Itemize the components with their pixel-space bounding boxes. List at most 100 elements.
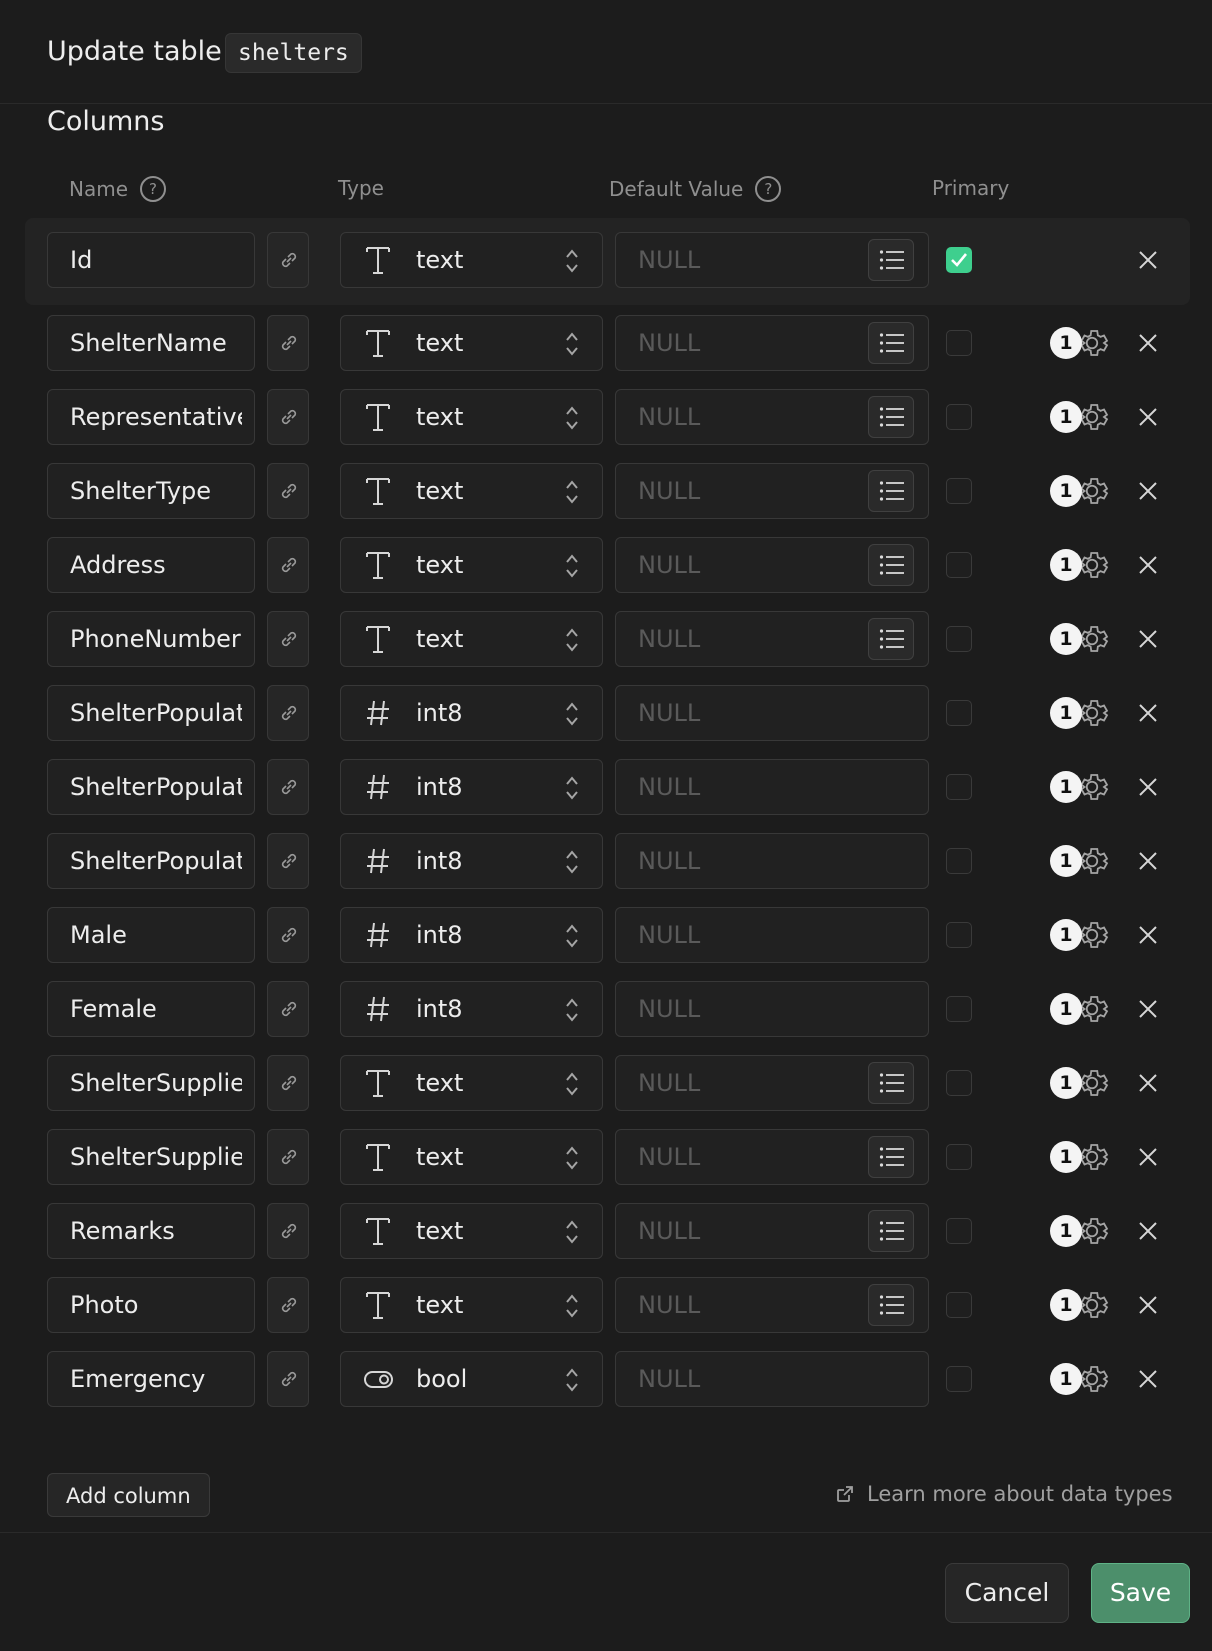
foreign-key-link-button[interactable] bbox=[267, 907, 309, 963]
suggestions-list-button[interactable] bbox=[868, 618, 914, 660]
default-value-input[interactable]: NULL bbox=[615, 1351, 929, 1407]
suggestions-list-button[interactable] bbox=[868, 396, 914, 438]
foreign-key-link-button[interactable] bbox=[267, 981, 309, 1037]
primary-key-checkbox[interactable] bbox=[946, 478, 972, 504]
column-type-select[interactable]: int8 bbox=[340, 685, 603, 741]
default-value-input[interactable]: NULL bbox=[615, 759, 929, 815]
column-type-select[interactable]: int8 bbox=[340, 759, 603, 815]
column-settings-button[interactable]: 1 bbox=[1050, 915, 1114, 955]
foreign-key-link-button[interactable] bbox=[267, 232, 309, 288]
foreign-key-link-button[interactable] bbox=[267, 1277, 309, 1333]
column-type-select[interactable]: text bbox=[340, 537, 603, 593]
foreign-key-link-button[interactable] bbox=[267, 759, 309, 815]
column-settings-button[interactable]: 1 bbox=[1050, 545, 1114, 585]
default-value-input[interactable]: NULL bbox=[615, 1129, 929, 1185]
save-button[interactable]: Save bbox=[1091, 1563, 1190, 1623]
default-value-input[interactable]: NULL bbox=[615, 1203, 929, 1259]
default-value-input[interactable]: NULL bbox=[615, 315, 929, 371]
primary-key-checkbox[interactable] bbox=[946, 700, 972, 726]
remove-column-button[interactable] bbox=[1133, 1216, 1163, 1246]
remove-column-button[interactable] bbox=[1133, 1290, 1163, 1320]
primary-key-checkbox[interactable] bbox=[946, 1366, 972, 1392]
suggestions-list-button[interactable] bbox=[868, 1284, 914, 1326]
default-value-input[interactable]: NULL bbox=[615, 1055, 929, 1111]
column-name-input[interactable]: ShelterSupplie bbox=[47, 1129, 255, 1185]
foreign-key-link-button[interactable] bbox=[267, 389, 309, 445]
column-type-select[interactable]: int8 bbox=[340, 833, 603, 889]
primary-key-checkbox[interactable] bbox=[946, 1144, 972, 1170]
foreign-key-link-button[interactable] bbox=[267, 685, 309, 741]
suggestions-list-button[interactable] bbox=[868, 239, 914, 281]
remove-column-button[interactable] bbox=[1133, 994, 1163, 1024]
foreign-key-link-button[interactable] bbox=[267, 315, 309, 371]
foreign-key-link-button[interactable] bbox=[267, 1129, 309, 1185]
add-column-button[interactable]: Add column bbox=[47, 1473, 210, 1517]
remove-column-button[interactable] bbox=[1133, 1142, 1163, 1172]
column-name-input[interactable]: Photo bbox=[47, 1277, 255, 1333]
column-name-input[interactable]: Remarks bbox=[47, 1203, 255, 1259]
column-name-input[interactable]: Address bbox=[47, 537, 255, 593]
column-type-select[interactable]: text bbox=[340, 1129, 603, 1185]
column-settings-button[interactable]: 1 bbox=[1050, 1359, 1114, 1399]
column-settings-button[interactable]: 1 bbox=[1050, 1211, 1114, 1251]
column-settings-button[interactable]: 1 bbox=[1050, 767, 1114, 807]
column-settings-button[interactable]: 1 bbox=[1050, 693, 1114, 733]
column-type-select[interactable]: text bbox=[340, 232, 603, 288]
default-value-input[interactable]: NULL bbox=[615, 611, 929, 667]
remove-column-button[interactable] bbox=[1133, 328, 1163, 358]
column-name-input[interactable]: Emergency bbox=[47, 1351, 255, 1407]
column-name-input[interactable]: ShelterPopulat bbox=[47, 759, 255, 815]
suggestions-list-button[interactable] bbox=[868, 1136, 914, 1178]
primary-key-checkbox[interactable] bbox=[946, 1292, 972, 1318]
suggestions-list-button[interactable] bbox=[868, 1210, 914, 1252]
primary-key-checkbox[interactable] bbox=[946, 1218, 972, 1244]
remove-column-button[interactable] bbox=[1133, 245, 1163, 275]
suggestions-list-button[interactable] bbox=[868, 470, 914, 512]
default-value-input[interactable]: NULL bbox=[615, 389, 929, 445]
remove-column-button[interactable] bbox=[1133, 402, 1163, 432]
column-settings-button[interactable]: 1 bbox=[1050, 397, 1114, 437]
column-type-select[interactable]: bool bbox=[340, 1351, 603, 1407]
cancel-button[interactable]: Cancel bbox=[945, 1563, 1069, 1623]
remove-column-button[interactable] bbox=[1133, 1068, 1163, 1098]
column-settings-button[interactable]: 1 bbox=[1050, 323, 1114, 363]
column-name-input[interactable]: Male bbox=[47, 907, 255, 963]
column-type-select[interactable]: text bbox=[340, 1055, 603, 1111]
primary-key-checkbox[interactable] bbox=[946, 552, 972, 578]
foreign-key-link-button[interactable] bbox=[267, 1351, 309, 1407]
column-name-input[interactable]: ShelterType bbox=[47, 463, 255, 519]
column-type-select[interactable]: text bbox=[340, 389, 603, 445]
suggestions-list-button[interactable] bbox=[868, 544, 914, 586]
default-value-input[interactable]: NULL bbox=[615, 1277, 929, 1333]
default-value-input[interactable]: NULL bbox=[615, 685, 929, 741]
remove-column-button[interactable] bbox=[1133, 846, 1163, 876]
column-name-input[interactable]: PhoneNumber bbox=[47, 611, 255, 667]
column-settings-button[interactable]: 1 bbox=[1050, 841, 1114, 881]
column-type-select[interactable]: text bbox=[340, 1277, 603, 1333]
suggestions-list-button[interactable] bbox=[868, 1062, 914, 1104]
foreign-key-link-button[interactable] bbox=[267, 537, 309, 593]
default-value-input[interactable]: NULL bbox=[615, 833, 929, 889]
column-settings-button[interactable]: 1 bbox=[1050, 1137, 1114, 1177]
column-type-select[interactable]: text bbox=[340, 611, 603, 667]
column-name-input[interactable]: ShelterSupplie bbox=[47, 1055, 255, 1111]
column-name-input[interactable]: ShelterPopulat bbox=[47, 833, 255, 889]
column-name-input[interactable]: Female bbox=[47, 981, 255, 1037]
default-value-input[interactable]: NULL bbox=[615, 232, 929, 288]
column-type-select[interactable]: text bbox=[340, 463, 603, 519]
primary-key-checkbox[interactable] bbox=[946, 774, 972, 800]
primary-key-checkbox[interactable] bbox=[946, 626, 972, 652]
suggestions-list-button[interactable] bbox=[868, 322, 914, 364]
foreign-key-link-button[interactable] bbox=[267, 833, 309, 889]
primary-key-checkbox[interactable] bbox=[946, 247, 972, 273]
foreign-key-link-button[interactable] bbox=[267, 611, 309, 667]
foreign-key-link-button[interactable] bbox=[267, 1203, 309, 1259]
foreign-key-link-button[interactable] bbox=[267, 1055, 309, 1111]
default-value-input[interactable]: NULL bbox=[615, 981, 929, 1037]
default-value-input[interactable]: NULL bbox=[615, 907, 929, 963]
learn-more-link[interactable]: Learn more about data types bbox=[835, 1482, 1173, 1506]
default-value-input[interactable]: NULL bbox=[615, 537, 929, 593]
foreign-key-link-button[interactable] bbox=[267, 463, 309, 519]
default-value-input[interactable]: NULL bbox=[615, 463, 929, 519]
column-type-select[interactable]: text bbox=[340, 1203, 603, 1259]
